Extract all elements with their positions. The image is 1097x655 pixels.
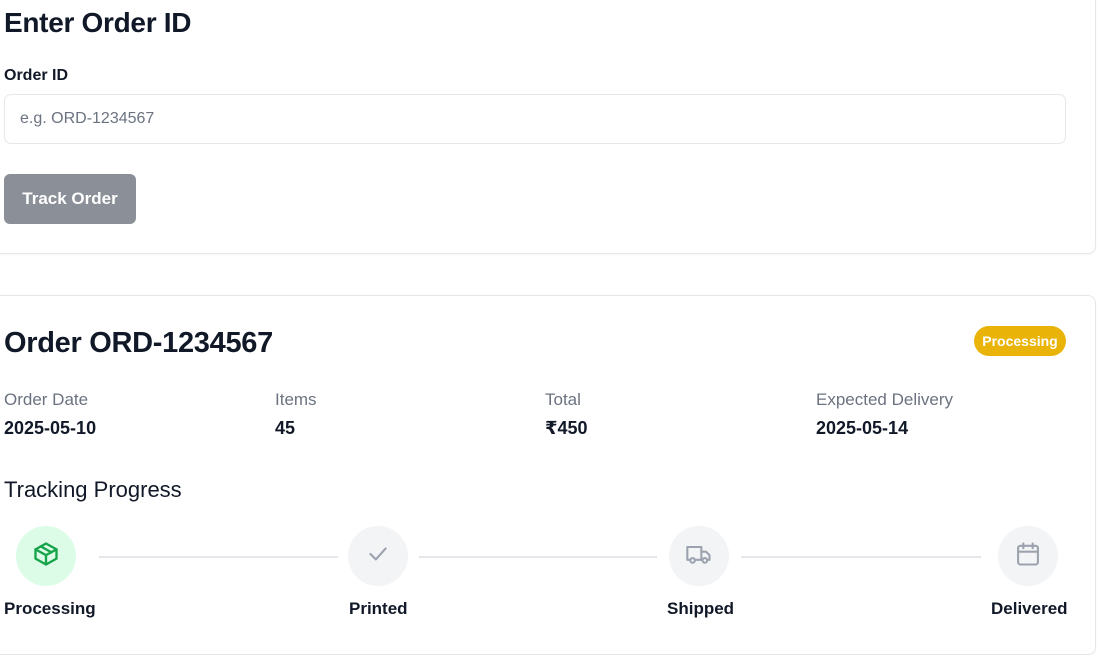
step-connector [419, 556, 657, 558]
check-icon [365, 541, 391, 572]
expected-delivery-label: Expected Delivery [816, 390, 954, 409]
step-delivered-label: Delivered [991, 599, 1068, 618]
step-shipped [669, 526, 729, 586]
step-connector [741, 556, 981, 558]
step-processing-label: Processing [4, 599, 96, 618]
truck-icon [685, 540, 713, 573]
step-processing [16, 526, 76, 586]
calendar-icon [1014, 540, 1042, 573]
step-printed [348, 526, 408, 586]
expected-delivery-value: 2025-05-14 [816, 418, 909, 438]
step-connector [99, 556, 338, 558]
items-label: Items [275, 390, 317, 409]
step-shipped-label: Shipped [667, 599, 735, 618]
total-value: ₹450 [545, 418, 588, 438]
step-delivered [998, 526, 1058, 586]
tracking-progress-title: Tracking Progress [4, 477, 182, 502]
order-id-input[interactable] [4, 94, 1066, 144]
page-title: Enter Order ID [4, 7, 192, 38]
step-printed-label: Printed [349, 599, 408, 618]
items-value: 45 [275, 418, 296, 438]
package-icon [32, 540, 60, 573]
total-label: Total [545, 390, 581, 409]
order-date-label: Order Date [4, 390, 89, 409]
order-id-label: Order ID [4, 67, 69, 84]
status-badge: Processing [974, 326, 1066, 356]
track-order-button[interactable]: Track Order [4, 174, 136, 224]
order-date-value: 2025-05-10 [4, 418, 97, 438]
order-title: Order ORD-1234567 [4, 327, 273, 359]
